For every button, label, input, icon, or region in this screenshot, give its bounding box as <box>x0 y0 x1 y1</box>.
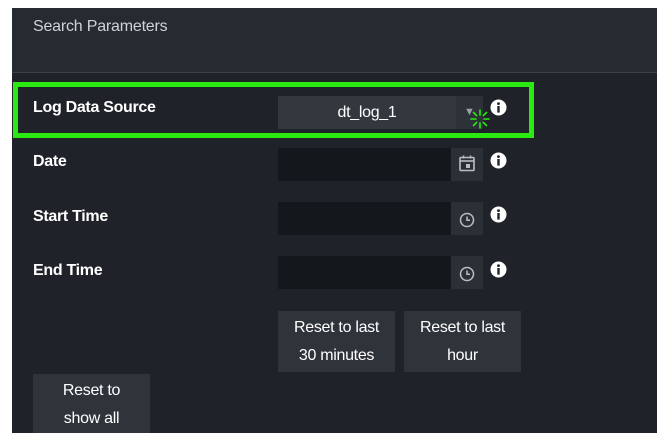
log-data-source-label: Log Data Source <box>33 99 156 116</box>
log-data-source-value: dt_log_1 <box>337 104 397 121</box>
info-icon[interactable] <box>490 152 507 169</box>
end-time-input[interactable] <box>278 256 451 289</box>
reset-show-all-button[interactable]: Reset to show all <box>33 374 150 433</box>
button-label-line-2: hour <box>447 346 478 364</box>
reset-last-hour-button[interactable]: Reset to last hour <box>404 311 521 372</box>
panel-header: Search Parameters <box>12 8 657 73</box>
clock-icon <box>459 212 475 228</box>
search-parameters-panel: Search Parameters Log Data Source dt_log… <box>12 8 657 433</box>
info-icon[interactable] <box>490 261 507 278</box>
log-data-source-select[interactable]: dt_log_1 ▼ <box>278 96 483 129</box>
info-icon[interactable] <box>490 206 507 223</box>
date-picker-button[interactable] <box>451 148 483 181</box>
click-spark-icon <box>470 109 490 129</box>
start-time-input[interactable] <box>278 202 451 235</box>
button-label-line-1: Reset to last <box>419 318 506 336</box>
panel-title: Search Parameters <box>33 18 168 35</box>
button-label-line-1: Reset to <box>62 381 121 399</box>
date-label: Date <box>33 153 67 170</box>
end-time-label: End Time <box>33 262 103 279</box>
reset-last-30-minutes-button[interactable]: Reset to last 30 minutes <box>278 311 395 372</box>
button-label-line-2: 30 minutes <box>298 346 375 364</box>
end-time-picker-button[interactable] <box>451 256 483 289</box>
info-icon[interactable] <box>490 99 507 116</box>
clock-icon <box>459 266 475 282</box>
button-label-line-2: show all <box>63 409 120 427</box>
calendar-icon <box>459 155 475 172</box>
date-input[interactable] <box>278 148 451 181</box>
start-time-picker-button[interactable] <box>451 202 483 235</box>
start-time-label: Start Time <box>33 208 108 225</box>
button-label-line-1: Reset to last <box>293 318 380 336</box>
